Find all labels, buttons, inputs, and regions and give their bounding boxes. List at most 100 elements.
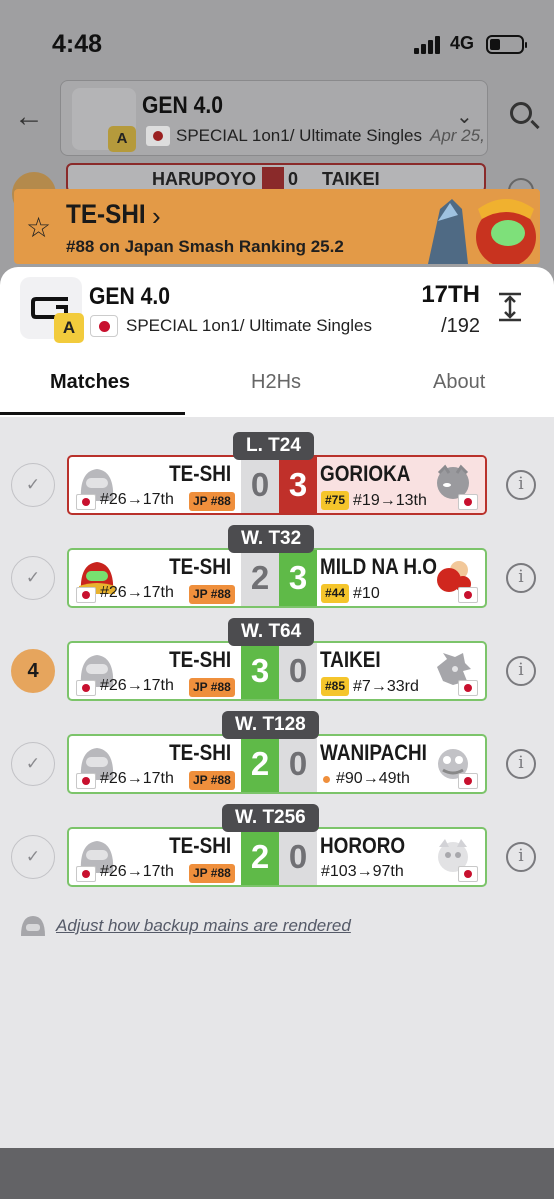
jp-rank-badge: JP #88 xyxy=(189,678,235,697)
left-seed: #26→17th xyxy=(100,770,174,787)
left-score: 3 xyxy=(241,643,279,699)
back-arrow-icon[interactable]: ← xyxy=(14,100,44,134)
match-marker[interactable]: ✓ xyxy=(11,556,55,600)
right-seed-line: #44 #10 xyxy=(321,584,380,603)
japan-flag-icon xyxy=(458,494,478,510)
network-label: 4G xyxy=(450,33,475,53)
right-seed: #10 xyxy=(353,584,380,602)
info-icon[interactable]: i xyxy=(506,563,536,593)
tab-about[interactable]: About xyxy=(433,371,485,394)
match-marker[interactable]: 4 xyxy=(11,649,55,693)
right-player-name: HORORO xyxy=(320,833,406,858)
jp-rank-badge: JP #88 xyxy=(189,771,235,790)
japan-flag-icon xyxy=(458,773,478,789)
match-marker[interactable]: ✓ xyxy=(11,835,55,879)
right-seed-line: #75 #19→13th xyxy=(321,491,427,510)
japan-flag-icon xyxy=(76,680,96,696)
round-label: W. T256 xyxy=(222,804,319,832)
adjust-link-text[interactable]: Adjust how backup mains are rendered xyxy=(56,916,351,936)
event-date: Apr 25, xyxy=(430,126,485,145)
round-label: W. T128 xyxy=(222,711,319,739)
right-seed-line: #103→97th xyxy=(321,863,404,881)
match-marker[interactable]: ✓ xyxy=(11,463,55,507)
japan-flag-icon xyxy=(458,587,478,603)
left-score: 2 xyxy=(241,736,279,792)
event-name: SPECIAL 1on1/ Ultimate Singles xyxy=(176,126,422,145)
tab-h2hs[interactable]: H2Hs xyxy=(251,371,301,394)
status-dot xyxy=(323,775,330,783)
entrants-count: /192 xyxy=(441,315,480,337)
tier-badge: A xyxy=(108,126,136,152)
adjust-backup-mains-link[interactable]: Adjust how backup mains are rendered xyxy=(18,912,418,942)
japan-flag-icon xyxy=(76,494,96,510)
signal-icon xyxy=(414,36,444,54)
match-card[interactable]: TE-SHI #26→17th JP #88 3 0 TAIKEI #85 #7→… xyxy=(67,641,487,701)
right-seed: #19→13th xyxy=(353,491,427,509)
info-icon[interactable]: i xyxy=(506,656,536,686)
chevron-down-icon[interactable]: ⌄ xyxy=(456,104,473,129)
tab-matches[interactable]: Matches xyxy=(50,371,130,394)
left-score: 2 xyxy=(241,829,279,885)
player-name: TE-SHI xyxy=(66,199,146,229)
left-player-name: TE-SHI xyxy=(168,833,231,858)
battery-icon xyxy=(486,35,527,54)
bottom-bar xyxy=(0,1148,554,1199)
star-icon[interactable]: ☆ xyxy=(26,211,51,244)
left-seed: #26→17th xyxy=(100,677,174,694)
match-card[interactable]: TE-SHI #26→17th JP #88 0 3 GORIOKA #75 #1… xyxy=(67,455,487,515)
status-time: 4:48 xyxy=(52,30,103,58)
jp-rank-badge: JP #88 xyxy=(189,492,235,511)
tier-badge: A xyxy=(54,313,84,343)
status-bar: 4:48 4G xyxy=(0,0,554,80)
active-tab-indicator xyxy=(0,412,185,415)
round-label: W. T64 xyxy=(228,618,315,646)
expand-icon[interactable] xyxy=(496,291,524,323)
right-score: 3 xyxy=(279,550,317,606)
tournament-title: GEN 4.0 xyxy=(142,92,224,119)
info-icon[interactable]: i xyxy=(506,842,536,872)
jp-rank-badge: JP #88 xyxy=(189,585,235,604)
right-player-name: MILD NA H.O xyxy=(320,554,438,579)
search-icon[interactable] xyxy=(510,102,532,124)
right-player-name: WANIPACHI xyxy=(320,740,427,765)
peek-left-player: HARUPOYO xyxy=(152,169,257,189)
left-seed: #26→17th xyxy=(100,584,174,601)
match-card[interactable]: TE-SHI #26→17th JP #88 2 0 WANIPACHI #90… xyxy=(67,734,487,794)
right-seed-line: #90→49th xyxy=(321,770,410,788)
right-seed: #7→33rd xyxy=(353,677,419,695)
left-seed: #26→17th xyxy=(100,491,174,508)
ranking-badge: #44 xyxy=(321,584,350,603)
helmet-icon xyxy=(21,916,45,936)
japan-flag-icon xyxy=(90,315,118,337)
info-icon[interactable]: i xyxy=(506,470,536,500)
round-label: W. T32 xyxy=(228,525,315,553)
right-player-name: TAIKEI xyxy=(320,647,381,672)
japan-flag-icon xyxy=(146,126,170,146)
match-marker-label: 4 xyxy=(27,659,39,682)
player-banner[interactable]: ☆ TE-SHI › #88 on Japan Smash Ranking 25… xyxy=(14,189,540,264)
match-card[interactable]: TE-SHI #26→17th JP #88 2 0 HORORO #103→9… xyxy=(67,827,487,887)
match-marker-label: ✓ xyxy=(25,754,41,773)
tab-bar: Matches H2Hs About xyxy=(0,367,554,417)
match-marker[interactable]: ✓ xyxy=(11,742,55,786)
match-marker-label: ✓ xyxy=(25,847,41,866)
jp-rank-badge: JP #88 xyxy=(189,864,235,883)
tournament-title: GEN 4.0 xyxy=(89,283,171,310)
event-name: SPECIAL 1on1/ Ultimate Singles xyxy=(126,316,372,335)
left-player-name: TE-SHI xyxy=(168,740,231,765)
match-card[interactable]: TE-SHI #26→17th JP #88 2 3 MILD NA H.O #… xyxy=(67,548,487,608)
left-player-name: TE-SHI xyxy=(168,461,231,486)
left-player-name: TE-SHI xyxy=(168,647,231,672)
left-score: 0 xyxy=(241,457,279,513)
peek-right-player: TAIKEI xyxy=(322,169,380,189)
info-icon[interactable]: i xyxy=(506,749,536,779)
left-player-name: TE-SHI xyxy=(168,554,231,579)
japan-flag-icon xyxy=(76,866,96,882)
japan-flag-icon xyxy=(76,773,96,789)
left-score: 2 xyxy=(241,550,279,606)
japan-flag-icon xyxy=(458,866,478,882)
right-player-name: GORIOKA xyxy=(320,461,411,486)
match-marker-label: ✓ xyxy=(25,475,41,494)
tournament-sheet: A GEN 4.0 SPECIAL 1on1/ Ultimate Singles… xyxy=(0,267,554,417)
peek-right-score: 0 xyxy=(288,169,299,189)
